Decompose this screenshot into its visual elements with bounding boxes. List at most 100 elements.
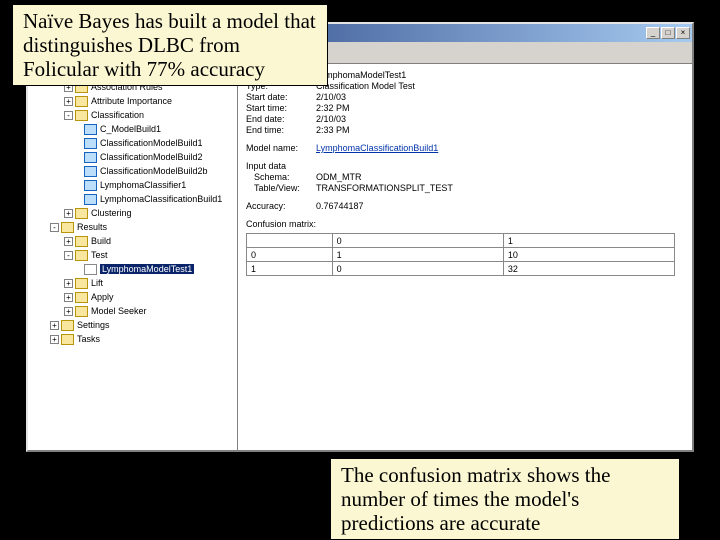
folder-icon xyxy=(61,334,74,345)
expand-icon[interactable]: + xyxy=(64,293,73,302)
cm-r2c0: 1 xyxy=(247,262,333,276)
enddate-label: End date: xyxy=(246,114,316,124)
app-window: _ □ × - Models + Association Rules + Att… xyxy=(26,22,694,452)
tree-label: C_ModelBuild1 xyxy=(100,124,161,134)
tree-node-clustering[interactable]: + Clustering xyxy=(32,206,235,220)
model-icon xyxy=(84,124,97,135)
tree-label: ClassificationModelBuild2 xyxy=(100,152,203,162)
tree-node-test-selected[interactable]: LymphomaModelTest1 xyxy=(32,262,235,276)
startdate-label: Start date: xyxy=(246,92,316,102)
callout-top: Naïve Bayes has built a model that disti… xyxy=(12,4,328,86)
tree-node-test[interactable]: - Test xyxy=(32,248,235,262)
expand-icon[interactable]: + xyxy=(64,209,73,218)
callout-bottom: The confusion matrix shows the number of… xyxy=(330,458,680,540)
folder-icon xyxy=(75,208,88,219)
tree-node-c-modelbuild1[interactable]: C_ModelBuild1 xyxy=(32,122,235,136)
tree-label: ClassificationModelBuild1 xyxy=(100,138,203,148)
minimize-button[interactable]: _ xyxy=(646,27,660,39)
tree-node-tasks[interactable]: + Tasks xyxy=(32,332,235,346)
tree-label: Settings xyxy=(77,320,110,330)
tree-node-attribute-importance[interactable]: + Attribute Importance xyxy=(32,94,235,108)
folder-icon xyxy=(75,96,88,107)
tree-node-classmodelbuild2[interactable]: ClassificationModelBuild2 xyxy=(32,150,235,164)
expand-icon[interactable]: + xyxy=(64,97,73,106)
cm-r1c0: 0 xyxy=(247,248,333,262)
tree-label: Classification xyxy=(91,110,144,120)
starttime-label: Start time: xyxy=(246,103,316,113)
tree-label: Tasks xyxy=(77,334,100,344)
accuracy-value: 0.76744187 xyxy=(316,201,364,211)
tree-label: LymphomaClassificationBuild1 xyxy=(100,194,222,204)
collapse-icon[interactable]: - xyxy=(64,111,73,120)
expand-icon[interactable]: + xyxy=(64,307,73,316)
folder-icon xyxy=(75,306,88,317)
folder-icon xyxy=(61,222,74,233)
tree-node-classmodelbuild1[interactable]: ClassificationModelBuild1 xyxy=(32,136,235,150)
expand-icon[interactable]: + xyxy=(64,237,73,246)
model-icon xyxy=(84,138,97,149)
schema-label: Schema: xyxy=(246,172,316,182)
folder-icon xyxy=(61,320,74,331)
cm-h2: 1 xyxy=(503,234,674,248)
tree-label: Attribute Importance xyxy=(91,96,172,106)
close-button[interactable]: × xyxy=(676,27,690,39)
tree-node-settings[interactable]: + Settings xyxy=(32,318,235,332)
name-value: LymphomaModelTest1 xyxy=(316,70,406,80)
page-icon xyxy=(84,264,97,275)
tree-node-lymphclass1[interactable]: LymphomaClassifier1 xyxy=(32,178,235,192)
type-value: Classification Model Test xyxy=(316,81,415,91)
details-panel: Name:LymphomaModelTest1 Type:Classificat… xyxy=(238,64,692,450)
endtime-value: 2:33 PM xyxy=(316,125,350,135)
expand-icon[interactable]: + xyxy=(50,321,59,330)
folder-icon xyxy=(75,236,88,247)
app-body: - Models + Association Rules + Attribute… xyxy=(28,64,692,450)
tree-label: Test xyxy=(91,250,108,260)
tree-node-classmodelbuild2b[interactable]: ClassificationModelBuild2b xyxy=(32,164,235,178)
cm-h1: 0 xyxy=(332,234,503,248)
tree-node-apply[interactable]: + Apply xyxy=(32,290,235,304)
accuracy-label: Accuracy: xyxy=(246,201,316,211)
expand-icon[interactable]: + xyxy=(50,335,59,344)
folder-icon xyxy=(75,292,88,303)
expand-icon[interactable]: + xyxy=(64,279,73,288)
collapse-icon[interactable]: - xyxy=(64,251,73,260)
tree-node-classification[interactable]: - Classification xyxy=(32,108,235,122)
folder-icon xyxy=(75,278,88,289)
cm-r2c2: 32 xyxy=(503,262,674,276)
tableview-value: TRANSFORMATIONSPLIT_TEST xyxy=(316,183,453,193)
collapse-icon[interactable]: - xyxy=(50,223,59,232)
tree-node-lift[interactable]: + Lift xyxy=(32,276,235,290)
tree-panel[interactable]: - Models + Association Rules + Attribute… xyxy=(28,64,238,450)
confusion-matrix: 0 1 0 1 10 1 0 32 xyxy=(246,233,675,276)
tableview-label: Table/View: xyxy=(246,183,316,193)
tree-node-results[interactable]: - Results xyxy=(32,220,235,234)
tree-label: Apply xyxy=(91,292,114,302)
cm-h0 xyxy=(247,234,333,248)
maximize-button[interactable]: □ xyxy=(661,27,675,39)
tree-label-selected: LymphomaModelTest1 xyxy=(100,264,194,274)
tree-node-build[interactable]: + Build xyxy=(32,234,235,248)
model-icon xyxy=(84,166,97,177)
modelname-label: Model name: xyxy=(246,143,316,153)
enddate-value: 2/10/03 xyxy=(316,114,346,124)
tree-label: Model Seeker xyxy=(91,306,147,316)
confusion-label: Confusion matrix: xyxy=(246,219,316,229)
tree-label: Results xyxy=(77,222,107,232)
tree-node-lymphclassbuild1[interactable]: LymphomaClassificationBuild1 xyxy=(32,192,235,206)
cm-r1c1: 1 xyxy=(332,248,503,262)
cm-r2c1: 0 xyxy=(332,262,503,276)
model-icon xyxy=(84,152,97,163)
schema-value: ODM_MTR xyxy=(316,172,362,182)
modelname-link[interactable]: LymphomaClassificationBuild1 xyxy=(316,143,438,153)
tree-node-modelseeker[interactable]: + Model Seeker xyxy=(32,304,235,318)
cm-r1c2: 10 xyxy=(503,248,674,262)
folder-icon xyxy=(75,250,88,261)
tree-label: Lift xyxy=(91,278,103,288)
inputdata-label: Input data xyxy=(246,161,316,171)
tree-label: Build xyxy=(91,236,111,246)
model-icon xyxy=(84,180,97,191)
startdate-value: 2/10/03 xyxy=(316,92,346,102)
endtime-label: End time: xyxy=(246,125,316,135)
starttime-value: 2:32 PM xyxy=(316,103,350,113)
model-icon xyxy=(84,194,97,205)
